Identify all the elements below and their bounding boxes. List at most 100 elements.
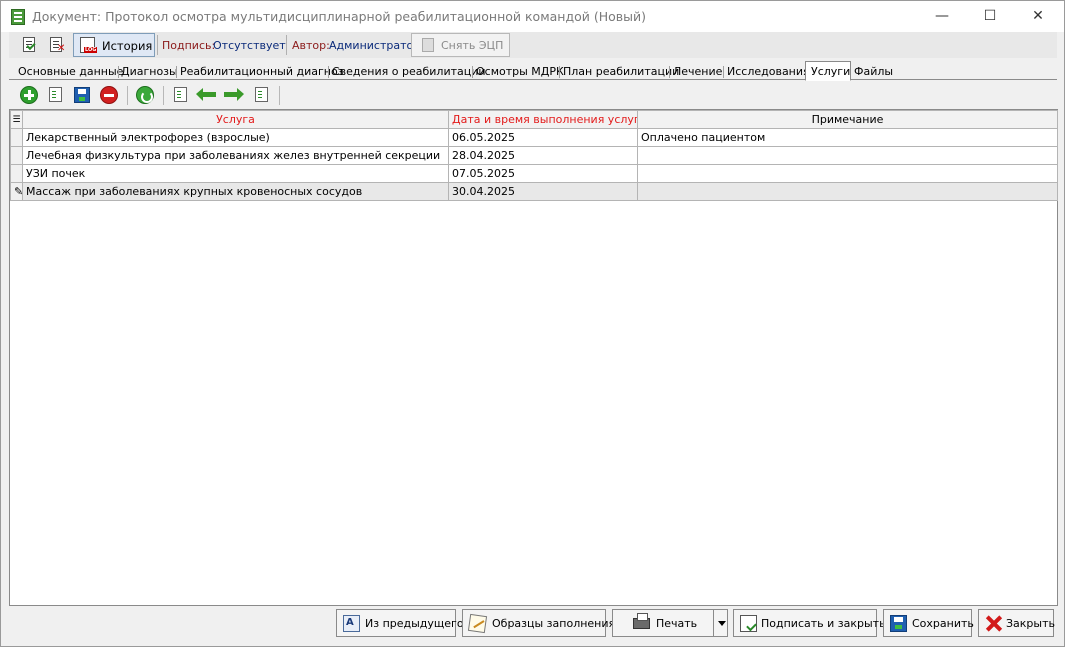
sign-and-close-button[interactable]: Подписать и закрыть	[733, 609, 886, 637]
move-left-button[interactable]	[196, 85, 217, 105]
table-row[interactable]: Лечебная физкультура при заболеваниях же…	[10, 146, 1058, 165]
from-previous-button[interactable]: Из предыдущего	[336, 609, 464, 637]
document-app-icon	[11, 9, 25, 25]
save-row-button[interactable]	[72, 85, 92, 105]
add-row-button[interactable]	[19, 85, 39, 105]
remove-signature-label: Снять ЭЦП	[441, 39, 504, 52]
arrow-right-icon	[224, 88, 244, 101]
table-row[interactable]: УЗИ почек 07.05.2025	[10, 164, 1058, 183]
cell-note[interactable]: Оплачено пациентом	[637, 128, 1058, 147]
tab-rehab-plan[interactable]: План реабилитации	[563, 63, 679, 80]
move-right-button[interactable]	[223, 85, 244, 105]
table-header-row: ☰ Услуга Дата и время выполнения услуги …	[10, 110, 1058, 129]
signature-value: Отсутствует	[213, 39, 286, 52]
delete-row-button[interactable]	[99, 85, 119, 105]
services-grid[interactable]: ☰ Услуга Дата и время выполнения услуги …	[9, 109, 1058, 606]
toolbar-separator	[127, 86, 128, 105]
tab-treatment[interactable]: Лечение	[673, 63, 722, 80]
services-table: ☰ Услуга Дата и время выполнения услуги …	[10, 110, 1058, 201]
maximize-button[interactable]: ☐	[967, 1, 1013, 32]
print-button[interactable]: Печать	[612, 609, 728, 637]
cell-date[interactable]: 28.04.2025	[448, 146, 638, 165]
tab-diagnoses[interactable]: Диагнозы	[121, 63, 178, 80]
arrow-left-icon	[196, 88, 216, 101]
printer-icon	[633, 613, 650, 629]
from-previous-icon	[343, 615, 360, 632]
toolbar-separator	[163, 86, 164, 105]
title-bar: Документ: Протокол осмотра мультидисципл…	[1, 1, 1064, 32]
tab-divider	[176, 66, 177, 78]
column-header-service[interactable]: Услуга	[22, 110, 449, 129]
table-row[interactable]: ✎ Массаж при заболеваниях крупных кровен…	[10, 182, 1058, 201]
tab-divider	[723, 66, 724, 78]
samples-pencil-icon	[467, 613, 488, 634]
from-previous-label: Из предыдущего	[365, 617, 464, 630]
edit-pencil-icon[interactable]: ✎	[10, 182, 23, 201]
cell-service[interactable]: Лекарственный электрофорез (взрослые)	[22, 128, 449, 147]
document-window: Документ: Протокол осмотра мультидисципл…	[0, 0, 1065, 647]
tab-divider	[118, 66, 119, 78]
tab-divider	[328, 66, 329, 78]
copy-row-button[interactable]	[171, 85, 191, 105]
save-label: Сохранить	[912, 617, 974, 630]
copy-document-icon	[174, 87, 187, 102]
document-toolbar: ✕ История Подпись: Отсутствует Автор: Ад…	[9, 32, 1057, 58]
edit-row-button[interactable]	[46, 85, 66, 105]
tab-services[interactable]: Услуги	[805, 61, 851, 81]
column-header-note[interactable]: Примечание	[637, 110, 1058, 129]
close-label: Закрыть	[1006, 617, 1055, 630]
row-indicator[interactable]	[10, 164, 23, 183]
tab-main-data[interactable]: Основные данные	[18, 63, 123, 80]
tab-rehab-diagnosis[interactable]: Реабилитационный диагноз	[180, 63, 344, 80]
column-chooser-icon[interactable]: ☰	[10, 110, 23, 129]
cell-note[interactable]	[637, 146, 1058, 165]
remove-signature-button[interactable]: Снять ЭЦП	[411, 33, 510, 57]
save-icon	[890, 615, 907, 632]
sign-document-button[interactable]	[18, 34, 42, 56]
edit-document-icon	[49, 87, 62, 102]
tab-research[interactable]: Исследования	[727, 63, 810, 80]
print-dropdown-chevron-icon[interactable]	[713, 610, 731, 636]
window-close-button[interactable]: ✕	[1015, 1, 1061, 32]
add-icon	[20, 86, 38, 104]
cross-icon: ✕	[57, 43, 66, 54]
delete-icon	[100, 86, 118, 104]
minimize-button[interactable]: —	[919, 1, 965, 32]
row-indicator[interactable]	[10, 128, 23, 147]
tab-files[interactable]: Файлы	[854, 63, 893, 80]
grid-toolbar	[9, 82, 1057, 108]
cell-service[interactable]: Массаж при заболеваниях крупных кровенос…	[22, 182, 449, 201]
cell-date[interactable]: 30.04.2025	[448, 182, 638, 201]
cell-service[interactable]: Лечебная физкультура при заболеваниях же…	[22, 146, 449, 165]
fill-samples-button[interactable]: Образцы заполнения	[462, 609, 615, 637]
paste-document-icon	[255, 87, 268, 102]
sign-document-icon	[740, 615, 757, 632]
row-indicator[interactable]	[10, 146, 23, 165]
toolbar-separator	[286, 35, 287, 55]
print-label: Печать	[656, 617, 698, 630]
cell-date[interactable]: 06.05.2025	[448, 128, 638, 147]
cell-date[interactable]: 07.05.2025	[448, 164, 638, 183]
table-row[interactable]: Лекарственный электрофорез (взрослые) 06…	[10, 128, 1058, 147]
cell-note[interactable]	[637, 182, 1058, 201]
cell-note[interactable]	[637, 164, 1058, 183]
refresh-button[interactable]	[135, 85, 155, 105]
tab-rehab-info[interactable]: Сведения о реабилитации	[332, 63, 486, 80]
history-button[interactable]: История	[73, 33, 155, 57]
tab-strip: Основные данные Диагнозы Реабилитационны…	[9, 61, 1057, 81]
refresh-icon	[136, 86, 154, 104]
tab-services-label: Услуги	[811, 65, 851, 78]
log-icon	[80, 37, 98, 53]
close-button[interactable]: Закрыть	[978, 609, 1055, 637]
cell-service[interactable]: УЗИ почек	[22, 164, 449, 183]
save-button[interactable]: Сохранить	[883, 609, 974, 637]
tab-divider	[669, 66, 670, 78]
unsign-document-button[interactable]: ✕	[45, 34, 69, 56]
column-header-datetime[interactable]: Дата и время выполнения услуги	[448, 110, 638, 129]
paste-row-button[interactable]	[252, 85, 272, 105]
history-label: История	[102, 39, 153, 53]
signature-label: Подпись:	[162, 39, 216, 52]
tab-mdrk-exams[interactable]: Осмотры МДРК	[476, 63, 564, 80]
close-icon	[985, 615, 1002, 632]
author-value: Администратор	[329, 39, 421, 52]
